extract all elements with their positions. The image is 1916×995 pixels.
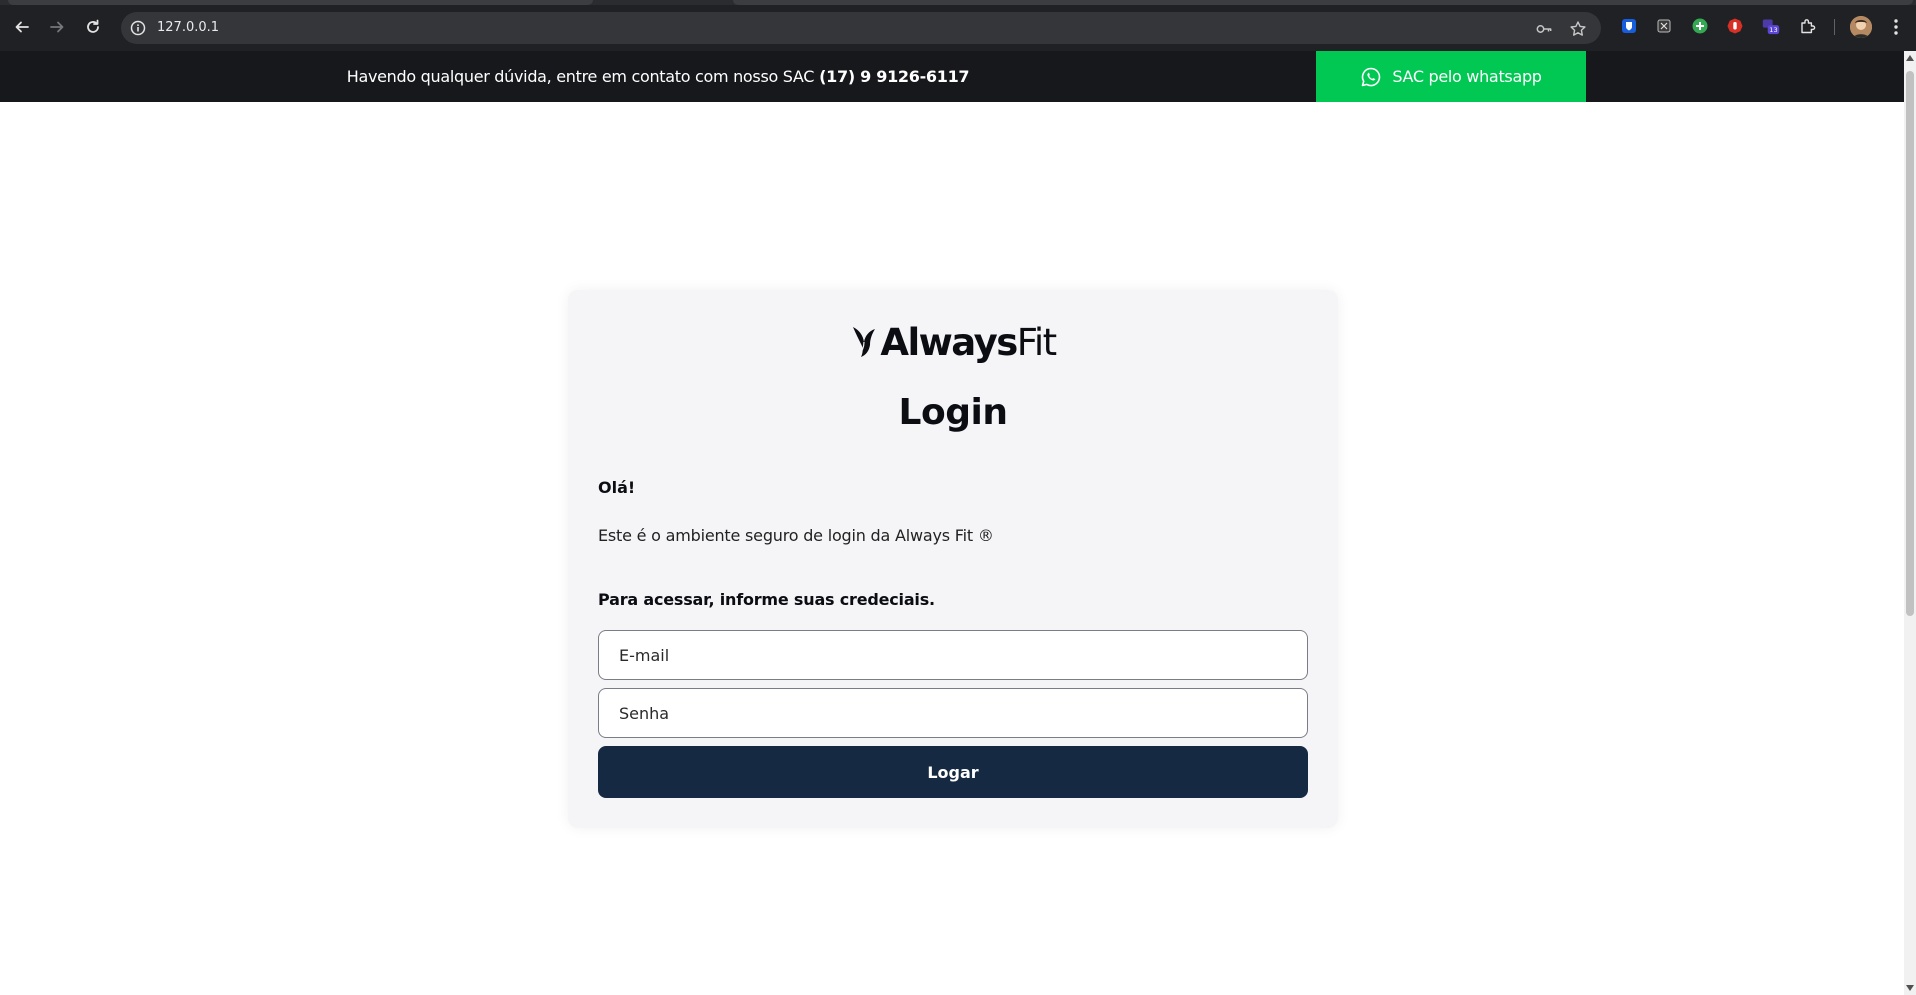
page-scrollbar[interactable]	[1904, 51, 1916, 995]
profile-avatar[interactable]	[1850, 16, 1872, 38]
browser-chrome: 127.0.0.1 13	[0, 0, 1916, 51]
logo-wordmark-light: Fit	[1016, 320, 1057, 364]
sac-contact-message: Havendo qualquer dúvida, entre em contat…	[0, 51, 1316, 102]
menu-kebab-icon[interactable]	[1888, 16, 1904, 38]
page-title: Login	[898, 392, 1008, 433]
sac-message-text: Havendo qualquer dúvida, entre em contat…	[346, 67, 815, 86]
back-arrow-icon[interactable]	[9, 14, 35, 40]
alwaysfit-logo[interactable]: AlwaysFit	[568, 318, 1338, 366]
tab-right[interactable]	[733, 0, 1913, 5]
secure-environment-text: Este é o ambiente seguro de login da Alw…	[598, 526, 994, 545]
extensions-puzzle-icon[interactable]	[1799, 17, 1817, 35]
reload-icon[interactable]	[80, 14, 106, 40]
sac-phone-number: (17) 9 9126-6117	[819, 67, 970, 86]
bitwarden-extension-icon[interactable]	[1620, 17, 1638, 35]
alwaysfit-leaf-icon	[850, 324, 878, 360]
toolbar-separator	[1834, 19, 1835, 35]
url-text[interactable]: 127.0.0.1	[157, 20, 219, 35]
whatsapp-button-label: SAC pelo whatsapp	[1392, 67, 1542, 86]
forward-arrow-icon[interactable]	[44, 14, 70, 40]
whatsapp-sac-button[interactable]: SAC pelo whatsapp	[1316, 51, 1586, 102]
scroll-up-arrow-icon[interactable]	[1906, 55, 1914, 61]
login-card: AlwaysFit Login Olá! Este é o ambiente s…	[568, 290, 1338, 828]
add-circle-extension-icon[interactable]	[1691, 17, 1709, 35]
badge-extension-icon[interactable]: 13	[1762, 17, 1780, 35]
grid-extension-icon[interactable]	[1655, 17, 1673, 35]
whatsapp-icon	[1360, 66, 1382, 88]
stop-hand-extension-icon[interactable]	[1726, 17, 1744, 35]
scroll-thumb[interactable]	[1906, 71, 1914, 616]
tab-left[interactable]	[8, 0, 593, 5]
site-info-icon[interactable]	[129, 19, 147, 37]
sac-top-bar: Havendo qualquer dúvida, entre em contat…	[0, 51, 1904, 102]
extension-badge-count: 13	[1769, 26, 1777, 34]
logo-wordmark-strong: Always	[880, 320, 1018, 364]
password-field[interactable]	[598, 688, 1308, 738]
bookmark-star-icon[interactable]	[1569, 20, 1587, 38]
scroll-down-arrow-icon[interactable]	[1906, 985, 1914, 991]
credentials-instruction: Para acessar, informe suas credeciais.	[598, 590, 935, 609]
password-key-icon[interactable]	[1535, 20, 1553, 38]
address-bar[interactable]: 127.0.0.1	[121, 12, 1601, 44]
greeting-text: Olá!	[598, 478, 636, 497]
email-field[interactable]	[598, 630, 1308, 680]
login-submit-button[interactable]: Logar	[598, 746, 1308, 798]
logo-wordmark: AlwaysFit	[880, 320, 1057, 364]
